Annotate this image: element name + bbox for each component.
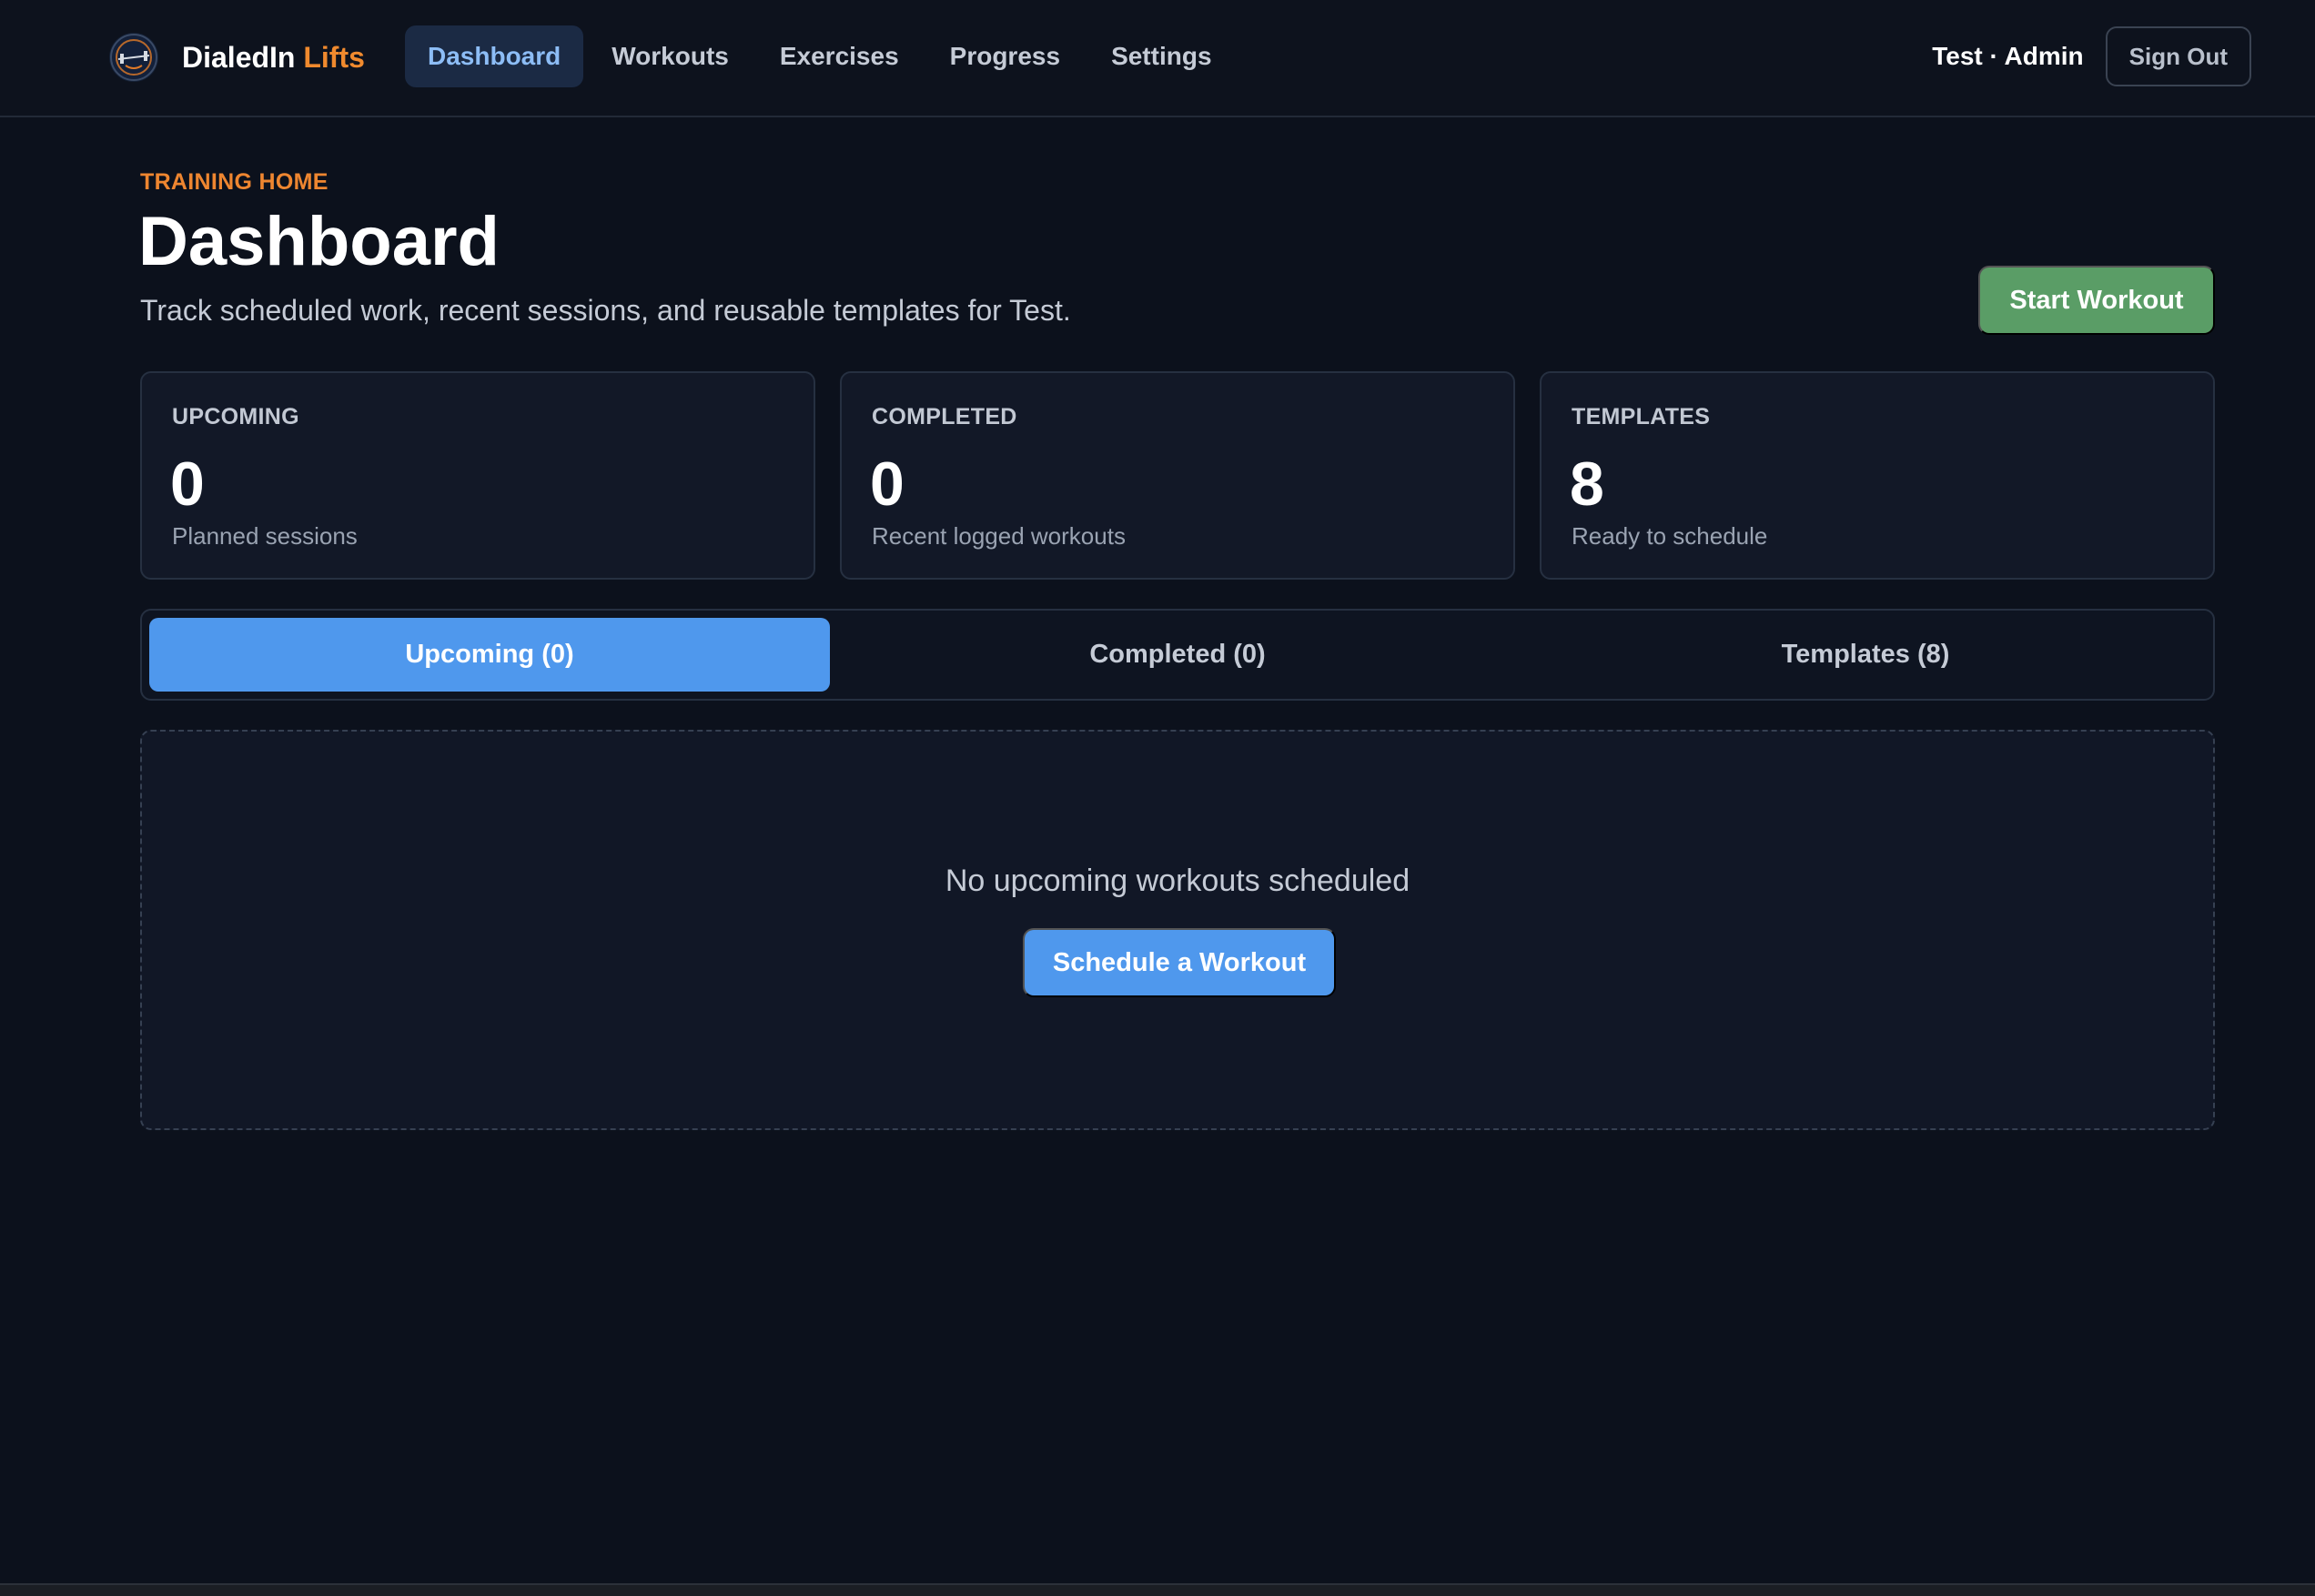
user-display-name: Test · Admin bbox=[1932, 42, 2084, 70]
top-navbar: DialedIn Lifts Dashboard Workouts Exerci… bbox=[0, 0, 2315, 117]
app-window: DialedIn Lifts Dashboard Workouts Exerci… bbox=[0, 0, 2315, 1596]
stat-label: TEMPLATES bbox=[1572, 404, 1711, 429]
nav-settings[interactable]: Settings bbox=[1088, 25, 1234, 87]
dashboard-tabs: Upcoming (0) Completed (0) Templates (8) bbox=[140, 609, 2215, 701]
page-eyebrow: TRAINING HOME bbox=[140, 169, 329, 195]
empty-state-message: No upcoming workouts scheduled bbox=[945, 864, 1410, 898]
stat-caption: Planned sessions bbox=[172, 522, 358, 550]
stat-card-templates: TEMPLATES 8 Ready to schedule bbox=[1540, 371, 2215, 580]
stat-value: 0 bbox=[170, 450, 205, 519]
nav-progress[interactable]: Progress bbox=[927, 25, 1083, 87]
stat-caption: Recent logged workouts bbox=[872, 522, 1126, 550]
page-subtitle: Track scheduled work, recent sessions, a… bbox=[140, 294, 1071, 327]
stat-label: UPCOMING bbox=[172, 404, 299, 429]
brand-name-main: DialedIn bbox=[182, 40, 296, 74]
stat-label: COMPLETED bbox=[872, 404, 1017, 429]
tab-upcoming[interactable]: Upcoming (0) bbox=[149, 618, 830, 692]
schedule-workout-button[interactable]: Schedule a Workout bbox=[1023, 928, 1336, 997]
stat-value: 0 bbox=[870, 450, 905, 519]
nav-workouts[interactable]: Workouts bbox=[589, 25, 752, 87]
stat-value: 8 bbox=[1570, 450, 1604, 519]
brand-name-accent: Lifts bbox=[303, 40, 365, 74]
main-nav: Dashboard Workouts Exercises Progress Se… bbox=[405, 25, 1240, 87]
tab-templates[interactable]: Templates (8) bbox=[1525, 618, 2206, 692]
stat-card-upcoming: UPCOMING 0 Planned sessions bbox=[140, 371, 815, 580]
stat-card-completed: COMPLETED 0 Recent logged workouts bbox=[840, 371, 1515, 580]
stat-caption: Ready to schedule bbox=[1572, 522, 1768, 550]
brand[interactable]: DialedIn Lifts bbox=[109, 30, 365, 85]
tab-completed[interactable]: Completed (0) bbox=[837, 618, 1518, 692]
page-title: Dashboard bbox=[138, 203, 500, 280]
window-bottom-edge bbox=[0, 1583, 2315, 1596]
user-menu: Test · Admin Sign Out bbox=[1932, 26, 2251, 86]
nav-exercises[interactable]: Exercises bbox=[757, 25, 922, 87]
start-workout-button[interactable]: Start Workout bbox=[1978, 266, 2215, 335]
empty-state-panel: No upcoming workouts scheduled Schedule … bbox=[140, 730, 2215, 1130]
nav-dashboard[interactable]: Dashboard bbox=[405, 25, 584, 87]
sign-out-button[interactable]: Sign Out bbox=[2105, 26, 2251, 86]
brand-name: DialedIn Lifts bbox=[182, 41, 365, 75]
barbell-logo-icon bbox=[109, 33, 158, 82]
